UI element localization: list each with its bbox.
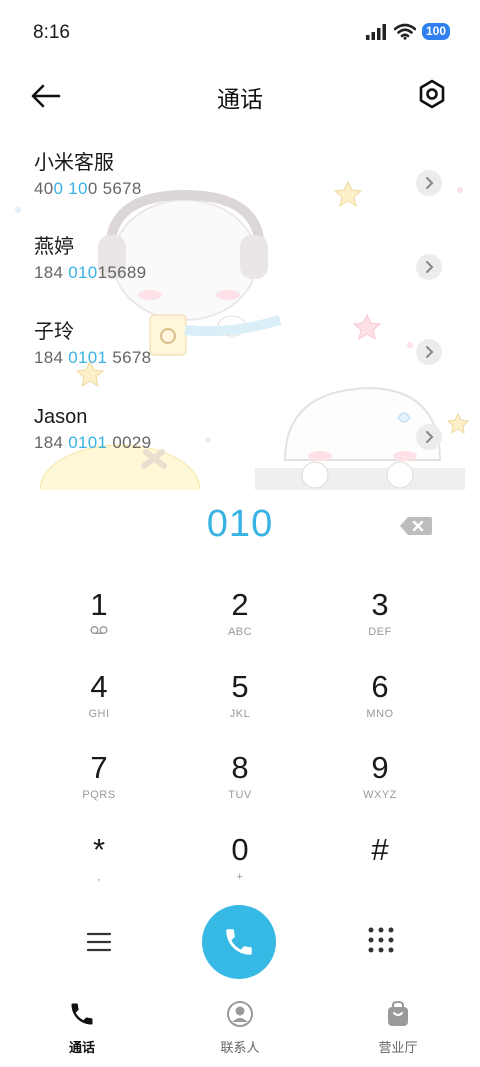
voicemail-icon [90, 626, 108, 634]
contact-item[interactable]: 小米客服 400 100 5678 [34, 150, 454, 220]
page-title: 通话 [217, 86, 263, 112]
contact-name: Jason [34, 406, 88, 428]
nav-tab-contacts[interactable]: 联系人 [180, 1000, 300, 1056]
key-7[interactable]: 7 PQRS [39, 748, 159, 818]
wifi-icon [393, 23, 416, 40]
contact-item[interactable]: 燕婷 184 01015689 [34, 234, 454, 304]
contact-suggestion-list: 小米客服 400 100 5678 燕婷 184 01015689 子玲 184… [0, 130, 480, 490]
key-star[interactable]: * , [39, 830, 159, 900]
nav-label: 联系人 [220, 1040, 260, 1055]
key-hash[interactable]: # [320, 830, 440, 900]
phone-handset-icon [226, 929, 252, 955]
contact-name: 小米客服 [34, 152, 114, 174]
nav-label: 通话 [68, 1040, 95, 1055]
contact-detail-button[interactable] [416, 170, 442, 196]
phone-icon [71, 1003, 93, 1025]
contacts-icon [227, 1001, 253, 1027]
menu-button[interactable] [84, 927, 116, 959]
contact-detail-button[interactable] [416, 424, 442, 450]
status-icons: 100 [365, 23, 450, 40]
bottom-navigation: 通话 联系人 营业厅 [0, 990, 480, 1067]
key-2[interactable]: 2 ABC [180, 585, 300, 655]
chevron-right-icon [426, 346, 434, 358]
key-1[interactable]: 1 [39, 585, 159, 655]
header: 通话 [0, 70, 480, 120]
key-9[interactable]: 9 WXYZ [320, 748, 440, 818]
nav-tab-service-hall[interactable]: 营业厅 [338, 1000, 458, 1056]
backspace-button[interactable] [399, 515, 433, 537]
contact-name: 子玲 [34, 321, 74, 343]
chevron-right-icon [426, 261, 434, 273]
key-6[interactable]: 6 MNO [320, 667, 440, 737]
signal-icon [365, 23, 386, 40]
contact-number: 184 01015689 [34, 263, 147, 282]
contact-item[interactable]: 子玲 184 0101 5678 [34, 319, 454, 389]
contact-detail-button[interactable] [416, 254, 442, 280]
menu-lines-icon [86, 932, 112, 952]
contact-number: 400 100 5678 [34, 179, 142, 198]
settings-button[interactable] [414, 76, 450, 112]
chevron-right-icon [426, 431, 434, 443]
battery-indicator: 100 [421, 23, 450, 40]
key-4[interactable]: 4 GHI [39, 667, 159, 737]
settings-hexagon-icon [419, 79, 445, 109]
keypad-toggle-button[interactable] [366, 925, 398, 957]
status-bar: 8:16 100 [0, 0, 480, 68]
chevron-right-icon [426, 177, 434, 189]
key-0[interactable]: 0 + [180, 830, 300, 900]
contact-item[interactable]: Jason 184 0101 0029 [34, 404, 454, 474]
status-time: 8:16 [33, 22, 70, 43]
call-button[interactable] [202, 905, 276, 979]
nav-label: 营业厅 [378, 1040, 418, 1055]
backspace-icon [400, 517, 432, 535]
contact-number: 184 0101 0029 [34, 433, 152, 452]
shop-bag-icon [388, 1000, 408, 1026]
contact-name: 燕婷 [34, 236, 74, 258]
dialer-actions [0, 905, 480, 979]
contact-number: 184 0101 5678 [34, 348, 152, 367]
contact-detail-button[interactable] [416, 339, 442, 365]
nav-tab-calls[interactable]: 通话 [22, 1000, 142, 1056]
key-5[interactable]: 5 JKL [180, 667, 300, 737]
key-8[interactable]: 8 TUV [180, 748, 300, 818]
dialpad-grid-icon [368, 927, 394, 953]
key-3[interactable]: 3 DEF [320, 585, 440, 655]
